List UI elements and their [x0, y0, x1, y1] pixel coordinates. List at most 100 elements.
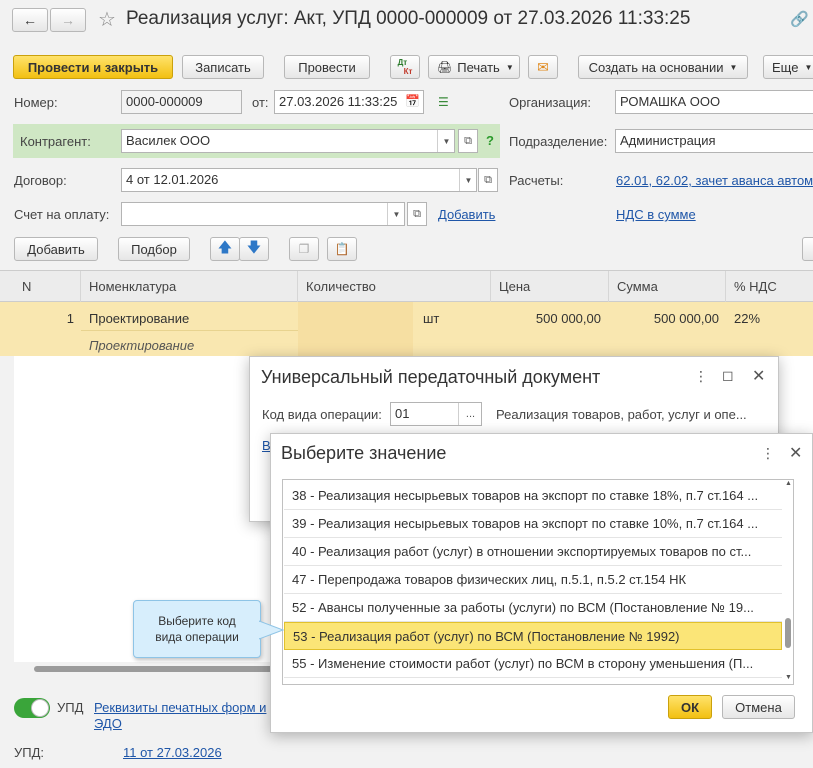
settlements-link[interactable]: 62.01, 62.02, зачет аванса автом [616, 173, 813, 188]
print-forms-link-edo[interactable]: ЭДО [94, 716, 122, 731]
help-icon[interactable]: ? [486, 133, 494, 148]
post-button[interactable]: Провести [284, 55, 370, 79]
print-button[interactable]: 🖨 Печать ▼ [428, 55, 520, 79]
organization-field[interactable]: РОМАШКА ООО [615, 90, 813, 114]
upd-label: УПД: [14, 745, 45, 760]
column-header-price[interactable]: Цена [491, 271, 609, 302]
close-icon[interactable]: ✕ [752, 366, 765, 386]
email-button[interactable]: ✉ [528, 55, 558, 79]
star-icon[interactable]: ☆ [98, 7, 116, 32]
contractor-field[interactable]: Василек ООО ▼ [121, 129, 455, 153]
scrollbar-thumb[interactable] [785, 618, 791, 648]
scrollbar-thumb[interactable] [34, 666, 274, 672]
row-separator [81, 330, 298, 331]
column-header-sum[interactable]: Сумма [609, 271, 726, 302]
list-item[interactable]: 40 - Реализация работ (услуг) в отношени… [284, 538, 782, 566]
chevron-down-icon[interactable]: ▼ [387, 203, 404, 225]
date-label: от: [252, 95, 269, 110]
list-item[interactable]: 39 - Реализация несырьевых товаров на эк… [284, 510, 782, 538]
column-header-quantity[interactable]: Количество [298, 271, 491, 302]
add-invoice-link[interactable]: Добавить [438, 207, 495, 222]
list-item[interactable]: 55 - Изменение стоимости работ (услуг) п… [284, 650, 782, 678]
print-forms-link[interactable]: Реквизиты печатных форм и [94, 700, 266, 715]
arrow-left-icon: ← [23, 12, 37, 28]
upd-toggle[interactable] [14, 698, 50, 718]
post-and-close-button[interactable]: Провести и закрыть [13, 55, 173, 79]
chevron-down-icon[interactable]: ▼ [459, 169, 476, 191]
hint-line-1: Выберите код [158, 614, 236, 628]
contract-label: Договор: [14, 173, 67, 188]
date-field[interactable]: 27.03.2026 11:33:25 📅 [274, 90, 424, 114]
division-field[interactable]: Администрация [615, 129, 813, 153]
column-header-vat[interactable]: % НДС [726, 271, 813, 302]
row-item[interactable]: Проектирование [89, 311, 189, 326]
chevron-down-icon: ▼ [729, 62, 738, 72]
list-item[interactable]: 52 - Авансы полученные за работы (услуги… [284, 594, 782, 622]
column-header-n[interactable]: N [14, 271, 81, 302]
link-icon[interactable]: 🔗 [790, 10, 809, 28]
calendar-icon[interactable]: 📅 [405, 94, 420, 108]
column-header-item[interactable]: Номенклатура [81, 271, 298, 302]
scroll-up-icon[interactable]: ▲ [785, 480, 792, 487]
list-item[interactable]: 38 - Реализация несырьевых товаров на эк… [284, 482, 782, 510]
arrow-up-icon: 🡅 [217, 239, 233, 255]
maximize-icon[interactable]: ◻ [722, 367, 734, 384]
list-item-selected[interactable]: 53 - Реализация работ (услуг) по ВСМ (По… [284, 622, 782, 650]
paste-row-button[interactable]: 📋 [327, 237, 357, 261]
create-based-on-button[interactable]: Создать на основании ▼ [578, 55, 748, 79]
cancel-button[interactable]: Отмена [722, 695, 795, 719]
paste-icon: 📋 [334, 242, 350, 256]
arrow-right-icon: → [61, 12, 75, 28]
open-window-icon: ⧉ [413, 207, 421, 220]
envelope-icon: ✉ [537, 58, 549, 75]
move-up-button[interactable]: 🡅 [210, 237, 240, 261]
dtkt-button[interactable]: Дт Кт [390, 55, 420, 79]
table-row[interactable]: 1 Проектирование Проектирование шт 500 0… [0, 302, 813, 356]
vat-link[interactable]: НДС в сумме [616, 207, 696, 222]
invoice-field[interactable]: ▼ [121, 202, 405, 226]
list-item[interactable]: 47 - Перепродажа товаров физических лиц,… [284, 566, 782, 594]
table-add-button[interactable]: Добавить [14, 237, 98, 261]
contract-open-button[interactable]: ⧉ [478, 168, 498, 192]
save-button[interactable]: Записать [182, 55, 264, 79]
number-field[interactable]: 0000-000009 [121, 90, 242, 114]
ok-button[interactable]: ОК [668, 695, 712, 719]
contractor-open-button[interactable]: ⧉ [458, 129, 478, 153]
contractor-label: Контрагент: [20, 134, 91, 149]
more-icon[interactable]: ⋮ [694, 368, 708, 385]
callout-arrow [259, 620, 285, 640]
row-vat: 22% [734, 311, 761, 326]
horizontal-scrollbar[interactable] [14, 664, 274, 674]
op-code-description: Реализация товаров, работ, услуг и опе..… [496, 407, 747, 422]
invoice-label: Счет на оплату: [14, 207, 110, 222]
ellipsis-icon[interactable]: ... [458, 403, 481, 425]
op-code-field[interactable]: 01 ... [390, 402, 482, 426]
back-button[interactable]: ← [12, 8, 48, 32]
row-number: 1 [66, 311, 74, 326]
more-button[interactable]: Еще ▼ [763, 55, 813, 79]
structure-icon[interactable]: ☰ [438, 95, 449, 109]
title-bar: ← → ☆ Реализация услуг: Акт, УПД 0000-00… [0, 0, 813, 42]
close-icon[interactable]: ✕ [789, 443, 802, 463]
scroll-down-icon[interactable]: ▼ [785, 674, 792, 681]
number-label: Номер: [14, 95, 58, 110]
vertical-scrollbar[interactable]: ▲ ▼ [783, 480, 793, 684]
quantity-cell-bg [298, 302, 413, 356]
more-icon[interactable]: ⋮ [761, 445, 775, 462]
upd-link[interactable]: 11 от 27.03.2026 [123, 745, 222, 760]
copy-row-button[interactable]: ❐ [289, 237, 319, 261]
forward-button[interactable]: → [50, 8, 86, 32]
table-extra-button[interactable] [802, 237, 813, 261]
printer-icon: 🖨 [437, 60, 453, 74]
row-unit: шт [423, 311, 440, 326]
move-down-button[interactable]: 🡇 [239, 237, 269, 261]
upd-toggle-label: УПД [57, 700, 84, 715]
contract-field[interactable]: 4 от 12.01.2026 ▼ [121, 168, 477, 192]
value-list[interactable]: 38 - Реализация несырьевых товаров на эк… [282, 479, 794, 685]
table-header: N Номенклатура Количество Цена Сумма % Н… [0, 270, 813, 302]
table-pick-button[interactable]: Подбор [118, 237, 190, 261]
chevron-down-icon[interactable]: ▼ [437, 130, 454, 152]
toggle-knob [31, 699, 49, 717]
window-title: Реализация услуг: Акт, УПД 0000-000009 о… [126, 8, 691, 29]
invoice-open-button[interactable]: ⧉ [407, 202, 427, 226]
